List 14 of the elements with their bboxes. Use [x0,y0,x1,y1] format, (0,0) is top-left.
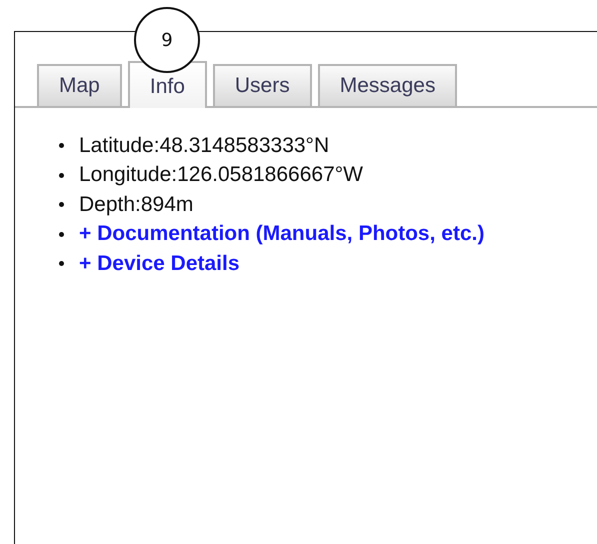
tab[interactable]: Map [37,64,122,106]
bullet-icon [59,261,64,266]
info-text: Depth:894m [79,192,194,217]
tab[interactable]: Messages [318,64,458,106]
bullet-icon [59,202,64,208]
info-text: Longitude:126.0581866667°W [79,163,363,188]
bullet-icon [59,172,64,178]
tab[interactable]: Users [212,64,312,106]
info-link[interactable]: + Device Details [79,252,240,276]
callout-tooltip: 9 [134,7,200,73]
info-text: Latitude:48.3148583333°N [79,134,330,158]
bullet-icon [59,143,64,148]
info-link[interactable]: + Documentation (Manuals, Photos, etc.) [79,222,484,246]
bullet-icon [59,232,64,237]
